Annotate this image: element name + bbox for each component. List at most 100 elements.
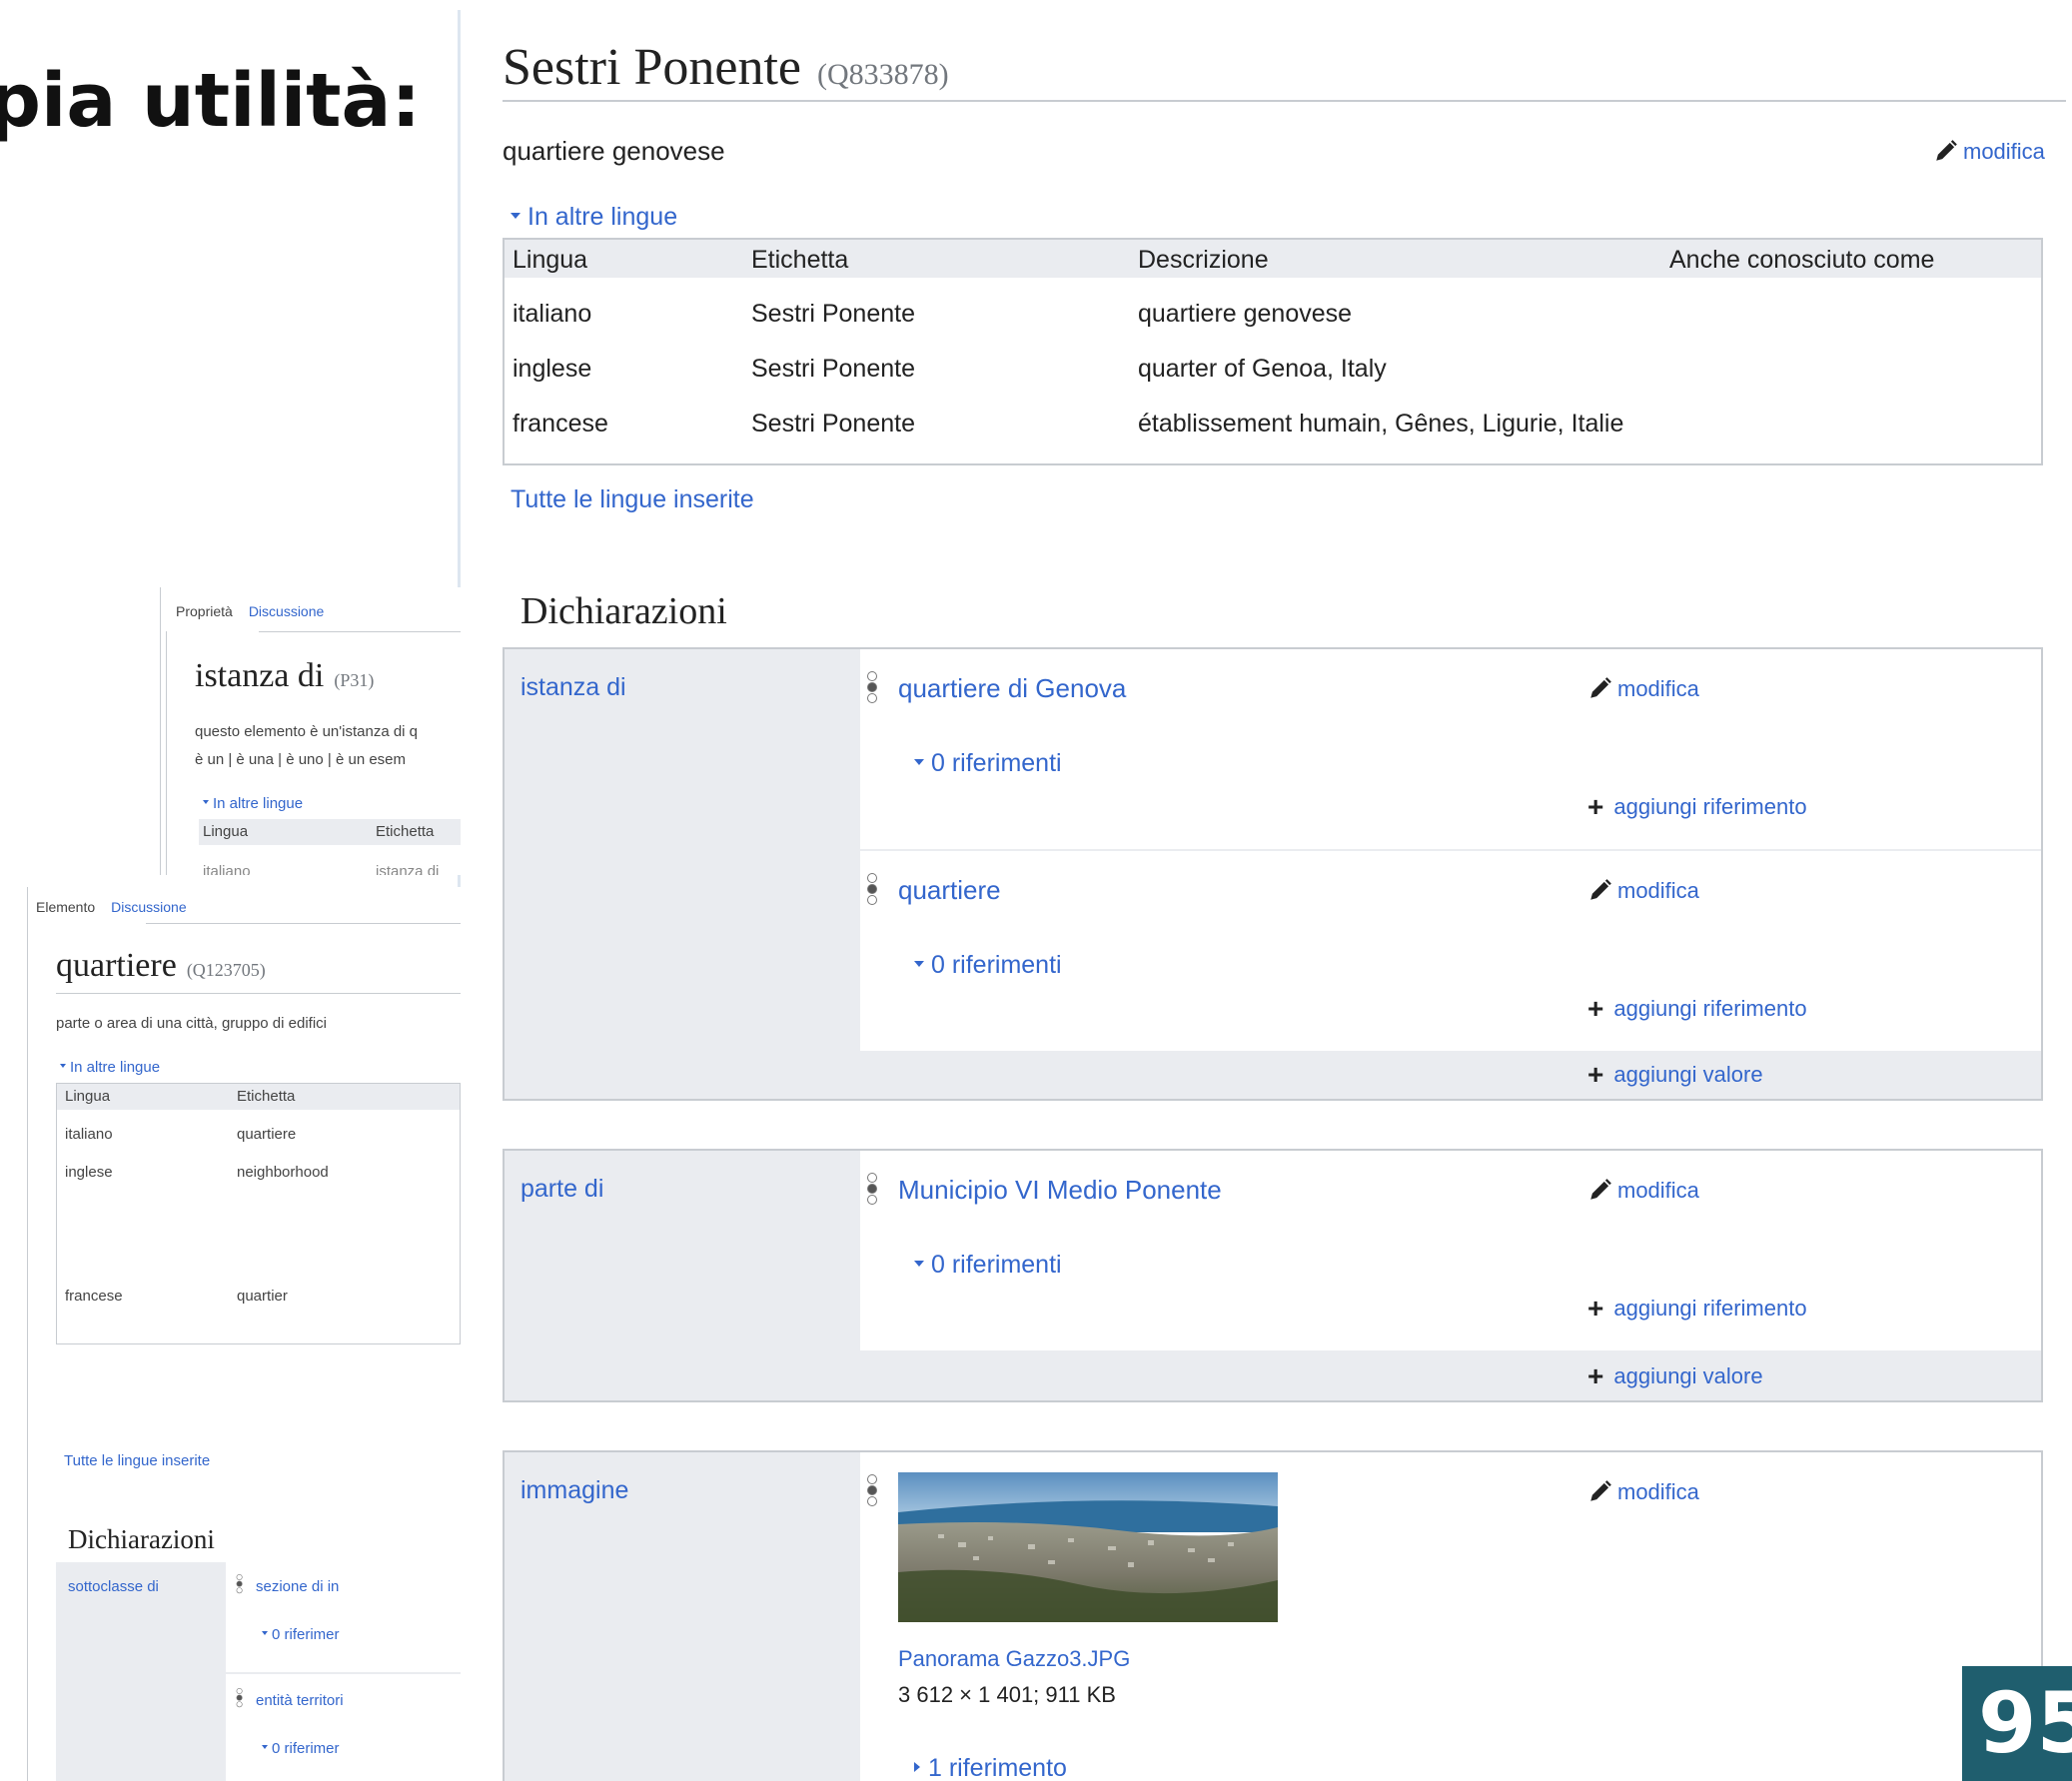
label-cell: quartiere bbox=[237, 1126, 297, 1143]
edit-description-link[interactable]: modifica bbox=[1933, 138, 2045, 165]
rank-selector-icon[interactable] bbox=[866, 873, 878, 907]
statement: quartiere modifica 0 riferimenti + aggiun… bbox=[860, 849, 2041, 1051]
property-link[interactable]: sottoclasse di bbox=[68, 1578, 159, 1595]
plus-icon: + bbox=[1587, 1360, 1604, 1391]
rank-selector-icon[interactable] bbox=[866, 1173, 878, 1207]
label-cell: Sestri Ponente bbox=[751, 410, 915, 438]
property-link[interactable]: parte di bbox=[520, 1175, 603, 1204]
group-footer: + aggiungi valore bbox=[860, 1352, 2041, 1400]
language-cell: francese bbox=[513, 410, 608, 438]
other-languages-toggle[interactable]: In altre lingue bbox=[203, 795, 303, 812]
statement-divider bbox=[226, 1672, 461, 1674]
page-tabs: Proprietà Discussione bbox=[176, 603, 324, 619]
label-cell: Sestri Ponente bbox=[751, 300, 915, 328]
column-header-language: Lingua bbox=[513, 246, 588, 274]
image-file-link[interactable]: Panorama Gazzo3.JPG bbox=[898, 1646, 1130, 1672]
column-header-label: Etichetta bbox=[376, 823, 435, 840]
rank-selector-icon[interactable] bbox=[866, 1474, 878, 1508]
property-link[interactable]: istanza di bbox=[520, 673, 626, 702]
tab-discussion[interactable]: Discussione bbox=[111, 899, 186, 915]
label-cell: istanza di bbox=[376, 863, 440, 875]
statement-value[interactable]: quartiere di Genova bbox=[898, 673, 1126, 704]
tab-item[interactable]: Elemento bbox=[36, 899, 95, 915]
plus-icon: + bbox=[1587, 791, 1604, 822]
add-value-link[interactable]: + aggiungi valore bbox=[1587, 1360, 1763, 1392]
all-languages-link[interactable]: Tutte le lingue inserite bbox=[511, 485, 754, 514]
property-label: istanza di (P31) bbox=[195, 657, 375, 694]
statement: quartiere di Genova modifica 0 riferimen… bbox=[860, 649, 2041, 849]
rank-selector-icon[interactable] bbox=[236, 1574, 243, 1594]
edit-statement-link[interactable]: modifica bbox=[1587, 1177, 1699, 1204]
references-toggle[interactable]: 0 riferimer bbox=[262, 1626, 340, 1643]
language-table: Lingua Etichetta Descrizione Anche conos… bbox=[503, 238, 2043, 465]
description-cell: quarter of Genoa, Italy bbox=[1138, 355, 1387, 383]
references-toggle[interactable]: 0 riferimenti bbox=[914, 1251, 1062, 1280]
content-border bbox=[166, 631, 167, 875]
heading-rule bbox=[503, 100, 2066, 102]
other-languages-toggle[interactable]: In altre lingue bbox=[511, 203, 677, 232]
plus-icon: + bbox=[1587, 1293, 1604, 1324]
rank-selector-icon[interactable] bbox=[866, 671, 878, 705]
add-reference-link[interactable]: + aggiungi riferimento bbox=[1587, 791, 1807, 823]
page-tabs: Elemento Discussione bbox=[36, 899, 187, 915]
statement-value[interactable]: sezione di in bbox=[256, 1578, 339, 1595]
statement-value[interactable]: quartiere bbox=[898, 875, 1001, 906]
statement-list: sezione di in 0 riferimer entità territo… bbox=[226, 1562, 461, 1781]
statement-value[interactable]: entità territori bbox=[256, 1692, 344, 1709]
panorama-image bbox=[898, 1472, 1278, 1622]
pencil-icon bbox=[1936, 140, 1957, 161]
plus-icon: + bbox=[1587, 1059, 1604, 1090]
column-header-description: Descrizione bbox=[1138, 246, 1269, 274]
column-header-aliases: Anche conosciuto come bbox=[1669, 246, 1935, 274]
label-cell: Sestri Ponente bbox=[751, 355, 915, 383]
item-label-heading: Sestri Ponente (Q833878) bbox=[503, 38, 949, 97]
language-table: Lingua Etichetta italiano quartiere ingl… bbox=[56, 1083, 461, 1344]
tab-divider bbox=[146, 923, 461, 924]
item-description: parte o area di una città, gruppo di edi… bbox=[56, 1015, 328, 1032]
rank-selector-icon[interactable] bbox=[236, 1688, 243, 1708]
edit-statement-link[interactable]: modifica bbox=[1587, 1478, 1699, 1505]
group-footer: + aggiungi valore bbox=[860, 1051, 2041, 1099]
add-reference-link[interactable]: + aggiungi riferimento bbox=[1587, 993, 1807, 1025]
slide-title: pia utilità: bbox=[0, 58, 422, 144]
statement-group: sottoclasse di sezione di in 0 riferimer… bbox=[56, 1562, 461, 1781]
pencil-icon bbox=[1590, 677, 1611, 698]
add-value-link[interactable]: + aggiungi valore bbox=[1587, 1059, 1763, 1091]
all-languages-link[interactable]: Tutte le lingue inserite bbox=[64, 1452, 210, 1469]
declarations-heading: Dichiarazioni bbox=[68, 1524, 215, 1554]
statement-group-instance-of: istanza di quartiere di Genova modifica … bbox=[503, 647, 2043, 1101]
statement-value[interactable]: Municipio VI Medio Ponente bbox=[898, 1175, 1222, 1206]
language-cell: inglese bbox=[513, 355, 592, 383]
item-label: Sestri Ponente bbox=[503, 39, 801, 96]
language-cell: inglese bbox=[65, 1164, 113, 1181]
property-link[interactable]: immagine bbox=[520, 1476, 628, 1505]
tab-discussion[interactable]: Discussione bbox=[249, 603, 324, 619]
other-languages-toggle[interactable]: In altre lingue bbox=[60, 1059, 160, 1076]
description-cell: quartiere genovese bbox=[1138, 300, 1353, 328]
tab-property[interactable]: Proprietà bbox=[176, 603, 233, 619]
column-header-label: Etichetta bbox=[237, 1088, 296, 1105]
panorama-image-thumbnail[interactable] bbox=[898, 1472, 1278, 1622]
property-page-screenshot: Proprietà Discussione istanza di (P31) que… bbox=[160, 587, 461, 875]
item-description: quartiere genovese bbox=[503, 136, 725, 166]
references-toggle[interactable]: 0 riferimenti bbox=[914, 951, 1062, 980]
column-header-label: Etichetta bbox=[751, 246, 849, 274]
label-cell: neighborhood bbox=[237, 1164, 329, 1181]
add-reference-link[interactable]: + aggiungi riferimento bbox=[1587, 1293, 1807, 1325]
expand-icon bbox=[914, 1261, 924, 1267]
statement: Municipio VI Medio Ponente modifica 0 ri… bbox=[860, 1151, 2041, 1350]
declarations-heading: Dichiarazioni bbox=[520, 590, 727, 632]
language-cell: italiano bbox=[203, 863, 251, 875]
edit-statement-link[interactable]: modifica bbox=[1587, 877, 1699, 904]
column-header-language: Lingua bbox=[65, 1088, 111, 1105]
page-number-badge: 95 bbox=[1962, 1666, 2072, 1781]
pencil-icon bbox=[1590, 1480, 1611, 1501]
statement-group-part-of: parte di Municipio VI Medio Ponente modi… bbox=[503, 1149, 2043, 1402]
references-toggle[interactable]: 1 riferimento bbox=[914, 1754, 1067, 1781]
edit-statement-link[interactable]: modifica bbox=[1587, 675, 1699, 702]
references-toggle[interactable]: 0 riferimenti bbox=[914, 749, 1062, 778]
language-cell: italiano bbox=[513, 300, 592, 328]
item-id: (Q833878) bbox=[816, 58, 949, 91]
references-toggle[interactable]: 0 riferimer bbox=[262, 1740, 340, 1757]
item-page-screenshot: Elemento Discussione quartiere (Q123705) p… bbox=[27, 887, 461, 1781]
